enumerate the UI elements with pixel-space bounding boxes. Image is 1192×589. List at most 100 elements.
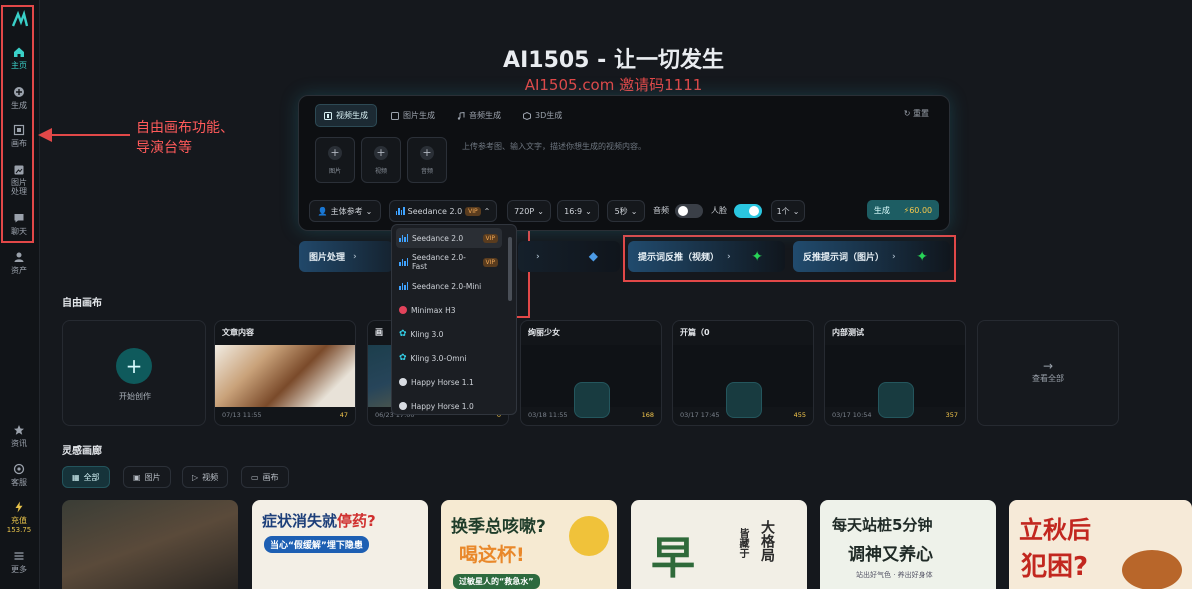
canvas-icon: ▭	[251, 472, 259, 482]
sidebar-item-recharge[interactable]: 充值 153.75	[0, 501, 38, 534]
play-icon: ▷	[192, 472, 199, 482]
subject-reference-select[interactable]: 👤 主体参考 ⌄	[309, 200, 381, 222]
gallery-item[interactable]: 立秋后 犯困?	[1009, 500, 1192, 589]
video-card-partial[interactable]: › ◆	[518, 241, 620, 272]
upload-image-button[interactable]: + 图片	[315, 137, 355, 183]
view-all-card[interactable]: → 查看全部	[977, 320, 1119, 426]
horse-icon	[399, 378, 407, 386]
poster-line-1: 症状消失就	[262, 512, 338, 530]
canvas-card[interactable]: 内部测试 03/17 10:54 357	[824, 320, 966, 426]
sidebar-item-label: 客服	[11, 478, 27, 487]
grid-icon: ▦	[72, 472, 80, 482]
ratio-select[interactable]: 16:9 ⌄	[557, 200, 599, 222]
model-name: Seedance 2.0-Fast	[412, 253, 466, 271]
count-select[interactable]: 1个 ⌄	[771, 200, 805, 222]
chevron-down-icon: ⌄	[537, 206, 544, 216]
canvas-thumbnail	[215, 345, 355, 407]
tab-label: 视频生成	[336, 111, 368, 120]
model-option[interactable]: Seedance 2.0-Fast VIP	[396, 252, 502, 272]
select-label: 16:9	[564, 206, 583, 216]
select-label: Seedance 2.0	[407, 206, 463, 216]
dropdown-scrollbar[interactable]	[508, 237, 512, 301]
filter-label: 图片	[144, 472, 161, 482]
view-all-label: 查看全部	[1032, 374, 1064, 383]
canvas-card[interactable]: 开篇（0 03/17 17:45 455	[672, 320, 814, 426]
filter-label: 画布	[262, 472, 279, 482]
cube-icon: ◆	[588, 249, 598, 263]
gallery-item[interactable]	[62, 500, 238, 589]
filter-image[interactable]: ▣ 图片	[123, 466, 171, 488]
audio-toggle[interactable]	[675, 204, 703, 218]
image-icon: ▣	[133, 472, 141, 482]
video-prompt-reverse-card[interactable]: 提示词反推（视频） › ✦	[628, 241, 785, 272]
audio-label: 音频	[653, 206, 669, 215]
start-create-label: 开始创作	[119, 392, 151, 401]
canvas-points: 47	[339, 411, 348, 419]
canvas-card-footer: 07/13 11:55 47	[222, 411, 348, 419]
kling-icon: ✿	[399, 353, 407, 363]
canvas-points: 455	[793, 411, 806, 419]
canvas-card[interactable]: 文章内容 07/13 11:55 47	[214, 320, 356, 426]
gallery-item[interactable]: 每天站桩5分钟 调神又养心 站出好气色 · 养出好身体	[820, 500, 996, 589]
gallery-item[interactable]: 换季总咳嗽? 喝这杯! 过敏星人的“救急水”	[441, 500, 617, 589]
section-title-gallery: 灵感画廊	[62, 446, 102, 457]
tab-audio-generate[interactable]: 音频生成	[449, 104, 509, 127]
model-option[interactable]: Minimax H3	[396, 300, 502, 320]
model-option[interactable]: Seedance 2.0-Mini	[396, 276, 502, 296]
filter-video[interactable]: ▷ 视频	[182, 466, 229, 488]
chevron-right-icon: ›	[892, 251, 896, 262]
annotation-arrow-icon	[38, 128, 130, 142]
face-toggle[interactable]	[734, 204, 762, 218]
bowl-icon	[1122, 550, 1182, 589]
tab-image-generate[interactable]: 图片生成	[383, 104, 443, 127]
chevron-right-icon: ›	[536, 251, 540, 262]
model-select[interactable]: Seedance 2.0 VIP ⌃	[389, 200, 497, 222]
poster-line-3: 站出好气色 · 养出好身体	[856, 571, 933, 579]
image-process-card[interactable]: 图片处理 ›	[299, 241, 393, 272]
model-option[interactable]: Happy Horse 1.1	[396, 372, 502, 392]
composer-tabs: 视频生成 图片生成 音频生成 3D生成	[315, 104, 570, 127]
page-subtitle: AI1505.com 邀请码1111	[524, 76, 703, 94]
model-option[interactable]: ✿ Kling 3.0-Omni	[396, 348, 502, 368]
sidebar-item-support[interactable]: 客服	[0, 463, 38, 488]
canvas-points: 168	[641, 411, 654, 419]
gallery-item[interactable]: 症状消失就停药? 当心“假缓解”埋下隐患	[252, 500, 428, 589]
tab-3d-generate[interactable]: 3D生成	[515, 104, 570, 127]
chevron-right-icon: ›	[353, 251, 357, 262]
generate-button[interactable]: 生成 ⚡60.00	[867, 200, 939, 220]
cube-icon	[523, 111, 531, 120]
model-name: Seedance 2.0-Mini	[412, 281, 482, 291]
highlight-box-sidebar	[1, 5, 34, 243]
poster-line-1: 换季总咳嗽?	[451, 517, 546, 537]
prompt-input[interactable]: 上传参考图、输入文字，描述你想生成的视频内容。	[462, 141, 646, 152]
tab-video-generate[interactable]: 视频生成	[315, 104, 377, 127]
cost-number: 60.00	[909, 205, 933, 215]
filter-canvas[interactable]: ▭ 画布	[241, 466, 289, 488]
poster-highlight: 停药?	[337, 512, 376, 530]
model-option[interactable]: Seedance 2.0 VIP	[396, 228, 502, 248]
upload-video-button[interactable]: + 视频	[361, 137, 401, 183]
gallery-item[interactable]: 早 大格局 皆藏于	[631, 500, 807, 589]
annotation-text: 自由画布功能、 导演台等	[136, 118, 234, 158]
start-create-card[interactable]: + 开始创作	[62, 320, 206, 426]
sidebar-item-news[interactable]: 资讯	[0, 424, 38, 449]
model-option[interactable]: Happy Horse 1.0	[396, 396, 502, 414]
upload-audio-button[interactable]: + 音频	[407, 137, 447, 183]
chevron-down-icon: ⌄	[365, 206, 373, 216]
duration-select[interactable]: 5秒 ⌄	[607, 200, 645, 222]
chevron-right-icon: ›	[727, 251, 731, 262]
canvas-card[interactable]: 绚丽少女 03/18 11:55 168	[520, 320, 662, 426]
canvas-card-title: 内部测试	[832, 328, 864, 337]
image-prompt-reverse-card[interactable]: 反推提示词（图片） › ✦	[793, 241, 950, 272]
resolution-select[interactable]: 720P ⌄	[507, 200, 551, 222]
generate-label: 生成	[873, 205, 890, 215]
sidebar-item-assets[interactable]: 资产	[0, 251, 38, 276]
action-label: 提示词反推（视频）	[638, 253, 720, 263]
support-icon	[13, 463, 25, 475]
canvas-date: 03/18 11:55	[528, 411, 568, 419]
sidebar-item-more[interactable]: 更多	[0, 550, 38, 575]
filter-all[interactable]: ▦ 全部	[62, 466, 110, 488]
reset-button[interactable]: ↻ 重置	[904, 108, 929, 119]
model-option[interactable]: ✿ Kling 3.0	[396, 324, 502, 344]
toggle-knob	[749, 206, 759, 216]
